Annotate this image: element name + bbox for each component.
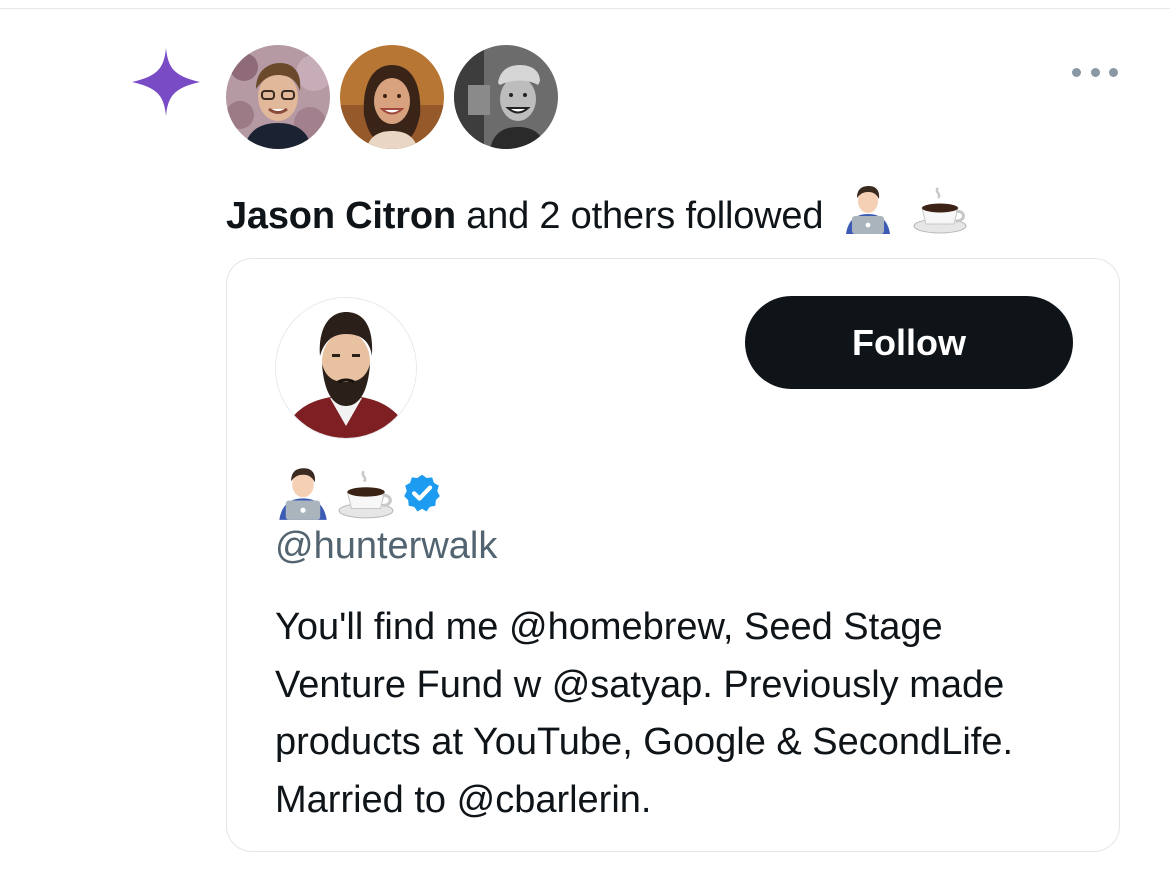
technologist-emoji (845, 186, 890, 234)
sparkle-icon (132, 48, 200, 116)
profile-bio: You'll find me @homebrew, Seed Stage Ven… (275, 606, 1014, 821)
follow-button[interactable]: Follow (745, 296, 1073, 389)
profile-handle[interactable]: @hunterwalk (275, 521, 497, 571)
avatar-follower-2[interactable] (340, 45, 444, 149)
verified-badge-icon (404, 474, 440, 512)
profile-avatar[interactable] (275, 297, 417, 439)
coffee-emoji (338, 470, 394, 519)
actor-name[interactable]: Jason Citron (226, 195, 456, 237)
technologist-emoji (279, 468, 327, 520)
avatar-jason-citron[interactable] (226, 45, 330, 149)
top-divider (0, 8, 1170, 9)
activity-text: and 2 others followed (466, 195, 824, 237)
more-options-icon[interactable] (1072, 60, 1118, 84)
profile-card[interactable]: Follow @hunterwalk You'll find me @homeb… (226, 258, 1120, 852)
coffee-emoji (913, 187, 967, 234)
display-name[interactable] (275, 465, 443, 521)
dot (1109, 67, 1118, 77)
dot (1072, 67, 1081, 77)
dot (1090, 67, 1100, 77)
avatar-follower-3[interactable] (454, 45, 558, 149)
activity-headline: Jason Citron and 2 others followed (226, 184, 968, 241)
